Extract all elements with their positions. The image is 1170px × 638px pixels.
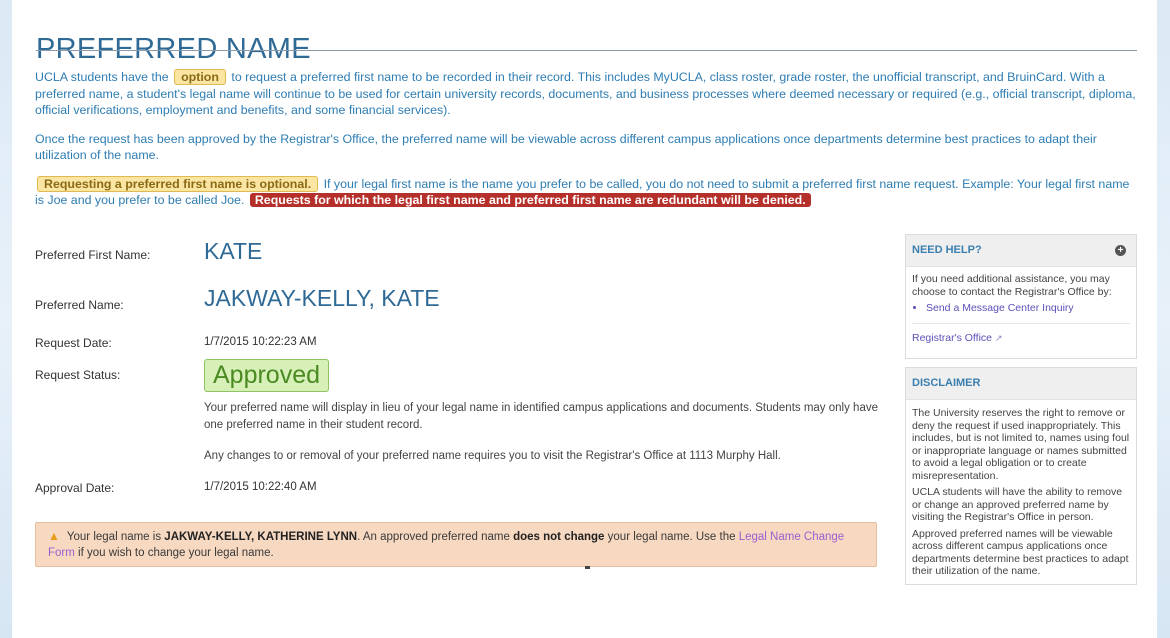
need-help-header[interactable]: NEED HELP? +: [906, 235, 1136, 267]
mouse-cursor: [585, 566, 590, 569]
disclaimer-panel: DISCLAIMER The University reserves the r…: [905, 367, 1137, 585]
plus-circle-icon[interactable]: +: [1115, 245, 1126, 256]
disclaimer-paragraph: The University reserves the right to rem…: [912, 407, 1130, 482]
disclaimer-header: DISCLAIMER: [906, 368, 1136, 400]
external-link-icon: ↗: [994, 332, 1003, 343]
intro-text: UCLA students have the: [35, 70, 169, 84]
approval-date-label: Approval Date:: [35, 481, 115, 495]
need-help-body: If you need additional assistance, you m…: [906, 267, 1136, 358]
office-link-row: Registrar's Office ↗: [912, 332, 1130, 345]
approval-date-value: 1/7/2015 10:22:40 AM: [204, 481, 317, 493]
preferred-name-value: JAKWAY-KELLY, KATE: [204, 285, 440, 311]
page-content: PREFERRED NAME UCLA students have the op…: [12, 0, 1157, 638]
need-help-panel: NEED HELP? + If you need additional assi…: [905, 234, 1137, 359]
registrars-office-link[interactable]: Registrar's Office: [912, 332, 992, 344]
disclaimer-body: The University reserves the right to rem…: [906, 400, 1136, 584]
preferred-first-name-label: Preferred First Name:: [35, 248, 151, 262]
alert-text: your legal name. Use the: [607, 531, 736, 543]
need-help-text: If you need additional assistance, you m…: [912, 273, 1112, 298]
intro-paragraph-3: Requesting a preferred first name is opt…: [35, 175, 1140, 209]
status-explanation: Your preferred name will display in lieu…: [204, 400, 894, 479]
option-highlight: option: [174, 69, 226, 85]
legal-name-alert: ▲ Your legal name is JAKWAY-KELLY, KATHE…: [35, 522, 877, 567]
alert-emphasis: does not change: [513, 531, 605, 543]
request-date-value: 1/7/2015 10:22:23 AM: [204, 336, 317, 348]
request-date-label: Request Date:: [35, 336, 112, 350]
denial-warning-badge: Requests for which the legal first name …: [249, 193, 811, 207]
alert-text: . An approved preferred name: [357, 531, 510, 543]
disclaimer-paragraph: UCLA students will have the ability to r…: [912, 486, 1123, 523]
disclaimer-paragraph: Approved preferred names will be viewabl…: [912, 527, 1129, 578]
status-note: Any changes to or removal of your prefer…: [204, 450, 781, 462]
optional-highlight: Requesting a preferred first name is opt…: [37, 175, 319, 192]
contact-list: Send a Message Center Inquiry: [912, 302, 1130, 315]
title-divider: [36, 50, 1137, 51]
contact-list-item: Send a Message Center Inquiry: [926, 302, 1130, 315]
intro-paragraph-1: UCLA students have the option to request…: [35, 69, 1140, 119]
legal-name: JAKWAY-KELLY, KATHERINE LYNN: [164, 531, 358, 543]
request-status-label: Request Status:: [35, 368, 121, 382]
alert-text: Your legal name is: [66, 531, 162, 543]
panel-divider: [912, 322, 1130, 324]
intro-section: UCLA students have the option to request…: [35, 69, 1140, 221]
warning-triangle-icon: ▲: [48, 529, 60, 543]
preferred-first-name-value: KATE: [204, 238, 263, 264]
alert-text: if you wish to change your legal name.: [78, 546, 274, 559]
message-center-inquiry-link[interactable]: Send a Message Center Inquiry: [926, 302, 1074, 314]
intro-paragraph-2: Once the request has been approved by th…: [35, 131, 1097, 163]
status-note: Your preferred name will display in lieu…: [204, 402, 878, 431]
need-help-title: NEED HELP?: [912, 244, 982, 256]
preferred-name-label: Preferred Name:: [35, 298, 124, 312]
status-badge: Approved: [204, 359, 330, 392]
